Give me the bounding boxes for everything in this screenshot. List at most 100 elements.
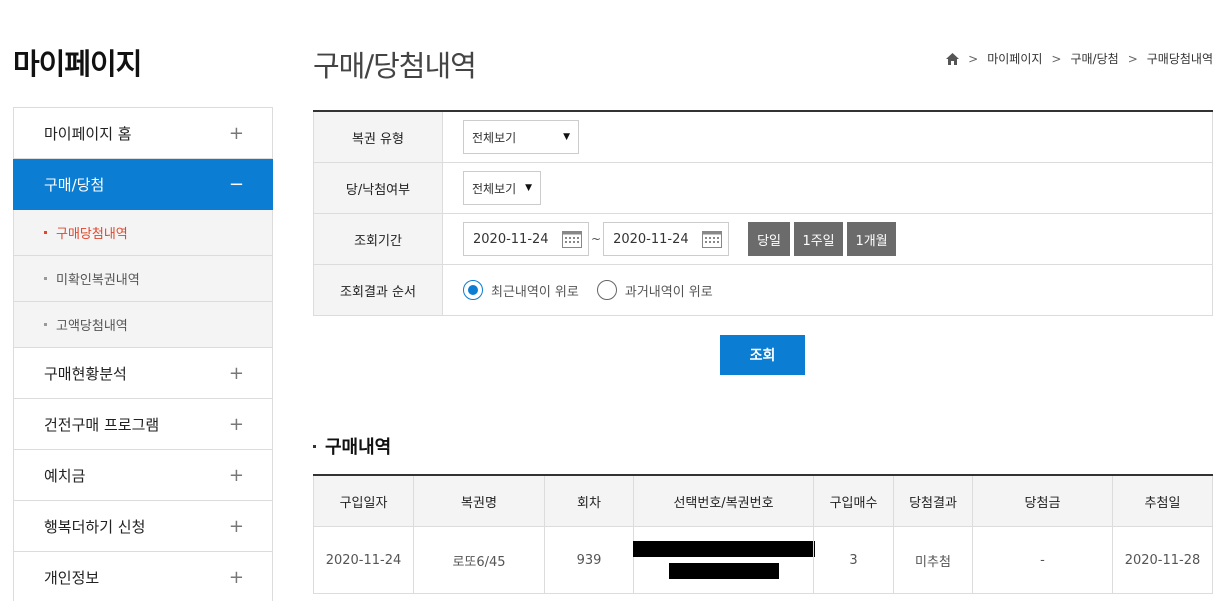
page-title: 구매/당첨내역 xyxy=(313,49,477,83)
draw-date-cell: 2020-11-28 xyxy=(1112,527,1213,593)
period-today-button[interactable]: 당일 xyxy=(748,222,791,256)
prize-amount-cell: - xyxy=(972,527,1112,593)
redacted-numbers xyxy=(632,541,815,579)
sidebar-item-mypage-home[interactable]: 마이페이지 홈 + xyxy=(14,108,272,159)
period-label: 조회기간 xyxy=(313,214,443,264)
bullet-icon xyxy=(313,444,316,448)
redaction-bar xyxy=(632,541,815,557)
lottery-type-value: 전체보기 xyxy=(472,130,517,145)
home-icon[interactable] xyxy=(946,52,960,65)
plus-icon: + xyxy=(228,515,244,537)
column-header: 당첨금 xyxy=(972,476,1112,526)
caret-down-icon: ▼ xyxy=(563,132,570,142)
chevron-right-icon: > xyxy=(1051,51,1062,66)
column-header: 복권명 xyxy=(413,476,544,526)
win-status-label: 당/낙첨여부 xyxy=(313,163,443,213)
bullet-icon xyxy=(44,231,47,234)
sidebar-subitem-purchase-history[interactable]: 구매당첨내역 xyxy=(14,210,272,256)
sidebar-item-label: 건전구매 프로그램 xyxy=(44,415,160,434)
lottery-type-label: 복권 유형 xyxy=(313,112,443,162)
bullet-icon xyxy=(44,277,47,280)
calendar-icon[interactable] xyxy=(562,230,582,248)
radio-checked-icon xyxy=(463,280,483,300)
order-recent-label: 최근내역이 위로 xyxy=(491,284,579,300)
date-to-value: 2020-11-24 xyxy=(613,231,689,247)
sidebar-subitem-label: 구매당첨내역 xyxy=(56,227,128,242)
date-to-field[interactable]: 2020-11-24 xyxy=(603,222,730,256)
search-button[interactable]: 조회 xyxy=(720,335,805,375)
search-form: 복권 유형 전체보기 ▼ 당/낙첨여부 전체보기 ▼ 조회기간 2020-11-… xyxy=(313,110,1213,316)
plus-icon: + xyxy=(228,362,244,384)
sidebar-item-label: 구매/당첨 xyxy=(44,175,105,194)
sidebar-subitem-label: 고액당첨내역 xyxy=(56,319,128,334)
table-row: 2020-11-24 로또6/45 939 3 미추첨 - 2020-11-28 xyxy=(313,527,1213,594)
column-header: 당첨결과 xyxy=(893,476,972,526)
sidebar-item-healthy-program[interactable]: 건전구매 프로그램 + xyxy=(14,399,272,450)
plus-icon: + xyxy=(228,413,244,435)
sidebar-item-label: 마이페이지 홈 xyxy=(44,124,132,143)
win-status-select[interactable]: 전체보기 ▼ xyxy=(463,171,541,205)
minus-icon: − xyxy=(228,173,244,195)
column-header: 구입매수 xyxy=(813,476,893,526)
sidebar-item-label: 구매현황분석 xyxy=(44,364,127,383)
breadcrumb: > 마이페이지 > 구매/당첨 > 구매당첨내역 xyxy=(946,50,1213,67)
search-row-order: 조회결과 순서 최근내역이 위로 과거내역이 위로 xyxy=(313,265,1213,316)
results-section-title: 구매내역 xyxy=(313,433,391,459)
sidebar-subitem-unchecked-tickets[interactable]: 미확인복권내역 xyxy=(14,256,272,302)
bullet-icon xyxy=(44,323,47,326)
sidebar-item-purchase-win[interactable]: 구매/당첨 − xyxy=(13,159,273,210)
plus-icon: + xyxy=(228,122,244,144)
breadcrumb-item[interactable]: 마이페이지 xyxy=(987,50,1042,67)
sidebar-item-purchase-analysis[interactable]: 구매현황분석 + xyxy=(14,348,272,399)
column-header: 회차 xyxy=(544,476,633,526)
period-cell: 2020-11-24 ~ 2020-11-24 당일 1주일 1개월 xyxy=(443,214,1213,264)
sidebar-subitem-high-prize[interactable]: 고액당첨내역 xyxy=(14,302,272,348)
order-past-label: 과거내역이 위로 xyxy=(624,284,713,300)
sidebar-title: 마이페이지 xyxy=(13,47,142,81)
sidebar-menu: 마이페이지 홈 + 구매/당첨 − 구매당첨내역 미확인복권내역 고액당첨내역 … xyxy=(13,107,273,601)
search-row-period: 조회기간 2020-11-24 ~ 2020-11-24 당일 1주일 1개월 xyxy=(313,214,1213,265)
order-recent-radio[interactable]: 최근내역이 위로 xyxy=(463,280,579,300)
breadcrumb-item: 구매당첨내역 xyxy=(1146,52,1213,66)
round-cell: 939 xyxy=(544,527,633,593)
search-row-lottery-type: 복권 유형 전체보기 ▼ xyxy=(313,112,1213,163)
date-separator: ~ xyxy=(591,232,602,246)
column-header: 구입일자 xyxy=(313,476,413,526)
period-week-button[interactable]: 1주일 xyxy=(794,222,844,256)
lottery-type-cell: 전체보기 ▼ xyxy=(443,112,1213,162)
caret-down-icon: ▼ xyxy=(525,183,532,193)
column-header: 추첨일 xyxy=(1112,476,1213,526)
ticket-number-cell[interactable] xyxy=(632,527,815,593)
win-result-cell: 미추첨 xyxy=(893,527,972,593)
win-status-cell: 전체보기 ▼ xyxy=(443,163,1213,213)
sidebar-item-deposit[interactable]: 예치금 + xyxy=(14,450,272,501)
plus-icon: + xyxy=(228,464,244,486)
lottery-type-select[interactable]: 전체보기 ▼ xyxy=(463,120,579,154)
sidebar-item-happiness-apply[interactable]: 행복더하기 신청 + xyxy=(14,501,272,552)
search-row-win-status: 당/낙첨여부 전체보기 ▼ xyxy=(313,163,1213,214)
redaction-bar xyxy=(668,563,779,579)
period-month-button[interactable]: 1개월 xyxy=(847,222,897,256)
purchase-date-cell: 2020-11-24 xyxy=(313,527,413,593)
purchase-count-cell: 3 xyxy=(813,527,893,593)
results-table-header: 구입일자 복권명 회차 선택번호/복권번호 구입매수 당첨결과 당첨금 추첨일 xyxy=(313,476,1213,527)
order-past-radio[interactable]: 과거내역이 위로 xyxy=(596,280,713,300)
sidebar-item-label: 행복더하기 신청 xyxy=(44,517,146,536)
calendar-icon[interactable] xyxy=(702,230,723,248)
chevron-right-icon: > xyxy=(968,51,979,66)
date-from-value: 2020-11-24 xyxy=(473,231,549,247)
breadcrumb-item[interactable]: 구매/당첨 xyxy=(1070,50,1118,67)
date-from-field[interactable]: 2020-11-24 xyxy=(463,222,589,256)
column-header: 선택번호/복권번호 xyxy=(633,476,813,526)
chevron-right-icon: > xyxy=(1127,51,1138,66)
sidebar-item-personal-info[interactable]: 개인정보 + xyxy=(14,552,272,601)
sidebar-item-label: 예치금 xyxy=(44,466,86,485)
radio-unchecked-icon xyxy=(596,280,617,300)
sidebar-subitem-label: 미확인복권내역 xyxy=(56,273,140,288)
results-title-text: 구매내역 xyxy=(325,437,392,458)
results-table: 구입일자 복권명 회차 선택번호/복권번호 구입매수 당첨결과 당첨금 추첨일 … xyxy=(313,474,1213,594)
order-label: 조회결과 순서 xyxy=(313,265,443,315)
sidebar-item-label: 개인정보 xyxy=(44,568,100,587)
plus-icon: + xyxy=(228,566,244,588)
lottery-name-cell: 로또6/45 xyxy=(413,527,544,593)
